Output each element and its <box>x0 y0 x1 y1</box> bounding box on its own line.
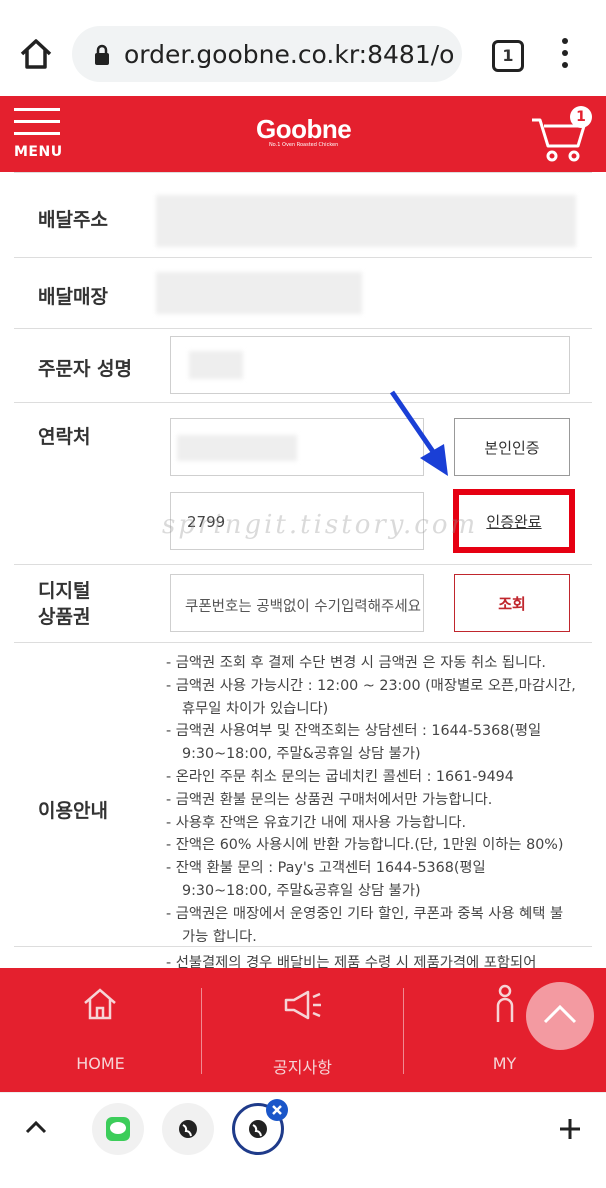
tab-line-app[interactable] <box>92 1103 144 1155</box>
scroll-to-top-button[interactable] <box>526 982 594 1050</box>
notice-line: - 금액권 조회 후 결제 수단 변경 시 금액권 은 자동 취소 됩니다. <box>166 655 546 671</box>
usage-notice-list: - 금액권 조회 후 결제 수단 변경 시 금액권 은 자동 취소 됩니다. -… <box>166 652 576 975</box>
notice-line: - 잔액 환불 문의 : Pay's 고객센터 1644-5368(평일 9:3… <box>166 860 486 899</box>
megaphone-icon <box>284 990 321 1020</box>
close-icon <box>272 1105 282 1115</box>
tab-web[interactable] <box>162 1103 214 1155</box>
orderer-name-row: 주문자 성명 <box>14 328 592 403</box>
digital-voucher-label: 디지털 상품권 <box>38 580 91 628</box>
divider <box>14 946 592 947</box>
close-tab-button[interactable] <box>266 1099 288 1121</box>
delivery-address-label: 배달주소 <box>38 209 108 231</box>
orderer-name-label: 주문자 성명 <box>38 358 133 380</box>
delivery-address-value <box>156 195 576 247</box>
notice-line: - 잔액은 60% 사용시에 반환 가능합니다.(단, 1만원 이하는 80%) <box>166 837 564 854</box>
goobne-logo[interactable]: Goobne No.1 Oven Roasted Chicken <box>256 114 352 148</box>
chevron-up-icon <box>543 1004 577 1024</box>
contact-row: 연락처 본인인증 2799 인증완료 <box>14 402 592 565</box>
lookup-button[interactable]: 조회 <box>454 574 570 632</box>
tab-switcher-button[interactable]: 1 <box>492 40 524 72</box>
delivery-store-row: 배달매장 <box>14 256 592 329</box>
notice-line: - 금액권 사용 가능시간 : 12:00 ~ 23:00 (매장별로 오픈,마… <box>166 677 576 717</box>
person-icon <box>496 984 514 1022</box>
cart-button[interactable]: 1 <box>530 106 592 162</box>
blue-arrow-annotation <box>389 390 448 476</box>
more-menu-icon[interactable] <box>555 38 575 72</box>
home-icon[interactable] <box>18 36 54 72</box>
cart-count-badge: 1 <box>570 106 592 128</box>
url-text: order.goobne.co.kr:8481/ord <box>124 40 454 69</box>
digital-voucher-row: 디지털 상품권 쿠폰번호는 공백없이 수기입력해주세요 조회 <box>14 564 592 643</box>
notice-line: - 사용후 잔액은 유효기간 내에 재사용 가능합니다. <box>166 814 467 831</box>
notice-line: - 금액권 사용여부 및 잔액조회는 상담센터 : 1644-5368(평일 9… <box>166 723 542 763</box>
delivery-store-value <box>156 272 362 314</box>
verify-identity-button[interactable]: 본인인증 <box>454 418 570 476</box>
globe-icon <box>179 1120 197 1138</box>
nav-notice[interactable]: 공지사항 <box>202 968 403 1092</box>
browser-tab-bar <box>0 1092 606 1188</box>
notice-line: - 온라인 주문 취소 문의는 굽네치킨 콜센터 : 1661-9494 <box>166 768 514 785</box>
address-bar[interactable]: order.goobne.co.kr:8481/ord <box>72 26 462 82</box>
coupon-number-input[interactable]: 쿠폰번호는 공백없이 수기입력해주세요 <box>170 574 424 632</box>
chat-app-icon <box>106 1117 130 1141</box>
delivery-address-row: 배달주소 <box>14 172 592 258</box>
contact-label: 연락처 <box>38 426 91 448</box>
menu-button[interactable]: MENU <box>14 108 62 162</box>
chevron-up-icon[interactable] <box>24 1119 48 1135</box>
notice-line: - 금액권 환불 문의는 상품권 구매처에서만 가능합니다. <box>166 791 493 808</box>
watermark-text: springit.tistory.com <box>162 510 479 540</box>
menu-label: MENU <box>14 144 63 160</box>
orderer-name-input[interactable] <box>170 336 570 394</box>
delivery-store-label: 배달매장 <box>38 286 108 308</box>
lock-icon <box>94 44 110 66</box>
nav-home[interactable]: HOME <box>0 968 201 1092</box>
globe-icon <box>249 1120 267 1138</box>
new-tab-plus-icon[interactable] <box>558 1117 582 1141</box>
house-icon <box>84 988 116 1020</box>
hamburger-icon <box>14 108 60 111</box>
verification-complete-button[interactable]: 인증완료 <box>464 500 564 544</box>
usage-guide-label: 이용안내 <box>38 800 108 822</box>
notice-line: - 금액권은 매장에서 운영중인 기타 할인, 쿠폰과 중복 사용 혜택 불가능… <box>166 905 564 945</box>
site-header: MENU Goobne No.1 Oven Roasted Chicken 1 <box>0 96 606 172</box>
bottom-navigation: HOME 공지사항 MY <box>0 968 606 1092</box>
browser-toolbar: order.goobne.co.kr:8481/ord 1 <box>0 0 606 96</box>
